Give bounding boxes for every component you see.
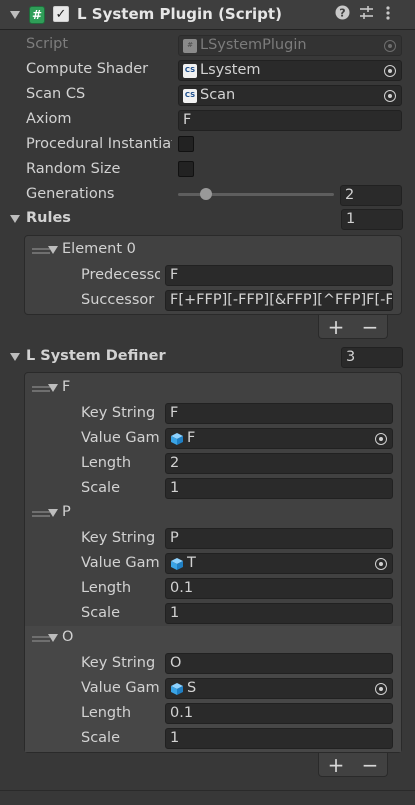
length-field[interactable]: 0.1 [165,703,393,724]
compute-shader-icon: CS [183,63,197,78]
predecessor-field[interactable]: F [165,265,393,286]
value-gameobject-value: F [187,430,196,446]
script-asset-icon: # [183,38,197,53]
component-foldout-icon[interactable] [10,11,20,19]
value-gameobject-field[interactable]: F [165,428,393,449]
length-label: Length [81,455,132,471]
script-component-icon: # [29,6,45,24]
rules-add-remove-bar: + − [318,315,388,339]
generations-field[interactable]: 2 [340,185,402,206]
object-picker-icon[interactable] [379,61,401,80]
object-picker-icon[interactable] [370,429,392,448]
axiom-label: Axiom [26,111,72,127]
rules-foldout-icon[interactable] [10,215,20,223]
length-field[interactable]: 2 [165,453,393,474]
component-enabled-checkbox[interactable]: ✓ [53,6,69,22]
definer-foldout-icon[interactable] [10,353,20,361]
scale-label: Scale [81,480,121,496]
procedural-instantiation-label: Procedural Instantiation [26,136,172,152]
definer-size-field[interactable]: 3 [341,347,403,368]
definer-add-button[interactable]: + [328,753,345,777]
prefab-cube-icon [171,682,183,695]
length-label: Length [81,705,132,721]
value-gameobject-field[interactable]: T [165,553,393,574]
random-size-checkbox[interactable] [178,161,194,177]
component-title: L System Plugin (Script) [77,5,282,23]
rules-add-button[interactable]: + [328,315,345,339]
compute-shader-value: Lsystem [200,62,261,78]
object-picker-icon [379,36,401,55]
definer-remove-button[interactable]: − [362,753,379,777]
key-string-field[interactable]: F [165,403,393,424]
successor-field[interactable]: F[+FFP][-FFP][&FFP][^FFP]F[-FFP] [165,290,393,311]
definer-element-name: O [62,629,74,645]
compute-shader-field[interactable]: CS Lsystem [178,60,402,81]
scan-cs-label: Scan CS [26,86,86,102]
key-string-field[interactable]: O [165,653,393,674]
scan-cs-value: Scan [200,87,236,103]
object-picker-icon[interactable] [370,679,392,698]
value-gameobject-field[interactable]: S [165,678,393,699]
presets-icon[interactable] [359,6,374,24]
definer-element-name: F [62,379,71,395]
rules-remove-button[interactable]: − [362,315,379,339]
element-foldout-icon[interactable] [48,509,58,517]
successor-label: Successor [81,292,155,308]
value-gameobject-label: Value GameObject [81,430,160,446]
script-label: Script [26,36,69,52]
script-value: LSystemPlugin [200,37,307,53]
rules-label: Rules [26,210,71,226]
value-gameobject-value: S [187,680,197,696]
scale-label: Scale [81,605,121,621]
scale-field[interactable]: 1 [165,478,393,499]
inspector-divider [0,790,415,791]
prefab-cube-icon [171,557,183,570]
key-string-label: Key String [81,655,156,671]
key-string-label: Key String [81,530,156,546]
length-field[interactable]: 0.1 [165,578,393,599]
svg-text:?: ? [339,7,345,20]
script-field: # LSystemPlugin [178,35,402,56]
generations-slider-thumb[interactable] [200,188,213,200]
value-gameobject-label: Value GameObject [81,555,160,571]
length-label: Length [81,580,132,596]
object-picker-icon[interactable] [370,554,392,573]
element-foldout-icon[interactable] [48,384,58,392]
scale-field[interactable]: 1 [165,728,393,749]
rules-element-label: Element 0 [62,241,136,257]
definer-add-remove-bar: + − [318,753,388,777]
definer-label: L System Definer [26,348,166,364]
help-icon[interactable]: ? [335,5,350,24]
scan-cs-field[interactable]: CS Scan [178,85,402,106]
generations-label: Generations [26,186,115,202]
definer-element-name: P [62,504,71,520]
scale-field[interactable]: 1 [165,603,393,624]
axiom-field[interactable]: F [178,110,402,131]
random-size-label: Random Size [26,161,121,177]
compute-shader-label: Compute Shader [26,61,149,77]
rules-size-field[interactable]: 1 [341,209,403,230]
element-foldout-icon[interactable] [48,634,58,642]
value-gameobject-label: Value GameObject [81,680,160,696]
key-string-field[interactable]: P [165,528,393,549]
element-foldout-icon[interactable] [48,246,58,254]
compute-shader-icon: CS [183,88,197,103]
scale-label: Scale [81,730,121,746]
value-gameobject-value: T [187,555,196,571]
procedural-instantiation-checkbox[interactable] [178,136,194,152]
prefab-cube-icon [171,432,183,445]
predecessor-label: Predecessor [81,267,160,283]
key-string-label: Key String [81,405,156,421]
object-picker-icon[interactable] [379,86,401,105]
context-menu-icon[interactable] [385,5,391,25]
